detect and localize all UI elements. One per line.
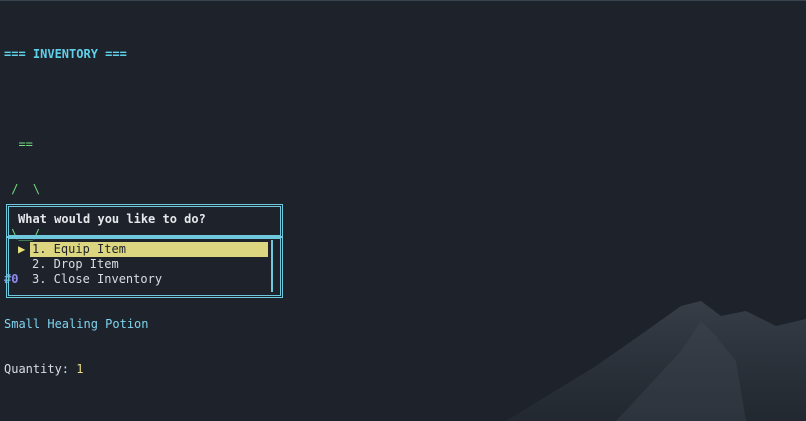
menu-option-close-inventory[interactable]: 3. Close Inventory [18,272,162,287]
item-name: Small Healing Potion [4,317,149,331]
potion-art-line-2: / \ [4,182,41,196]
menu-option-drop-item[interactable]: 2. Drop Item [18,257,119,272]
menu-option-label: 3. Close Inventory [32,272,163,286]
prompt-text: What would you like to do? [18,212,206,226]
menu-option-label: 2. Drop Item [32,257,119,271]
menu-option-label: 1. Equip Item [32,242,126,256]
action-dialog: What would you like to do? ▶ 1. Equip It… [6,204,283,298]
potion-art-line-1: == [4,137,33,151]
quantity-label: Quantity: [4,362,77,376]
background-mountain-image [506,301,806,421]
options-scrollbar[interactable] [271,240,273,292]
window-top-border [0,0,806,1]
inventory-header: === INVENTORY === [4,47,127,61]
menu-option-equip-item[interactable]: 1. Equip Item [18,242,268,257]
quantity-line: Quantity: 1 [4,362,149,377]
quantity-value: 1 [76,362,84,376]
